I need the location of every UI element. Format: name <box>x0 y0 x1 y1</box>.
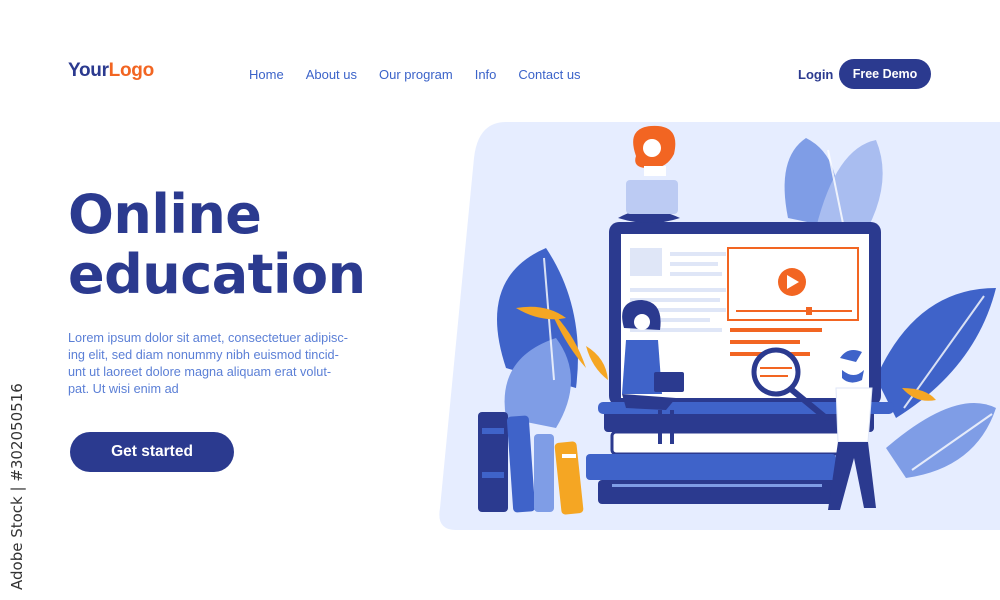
hero-description: Lorem ipsum dolor sit amet, consectetuer… <box>68 330 378 398</box>
nav-home[interactable]: Home <box>249 67 284 82</box>
nav-our-program[interactable]: Our program <box>379 67 453 82</box>
logo-part1: Your <box>68 60 109 81</box>
hero-description-line: ing elit, sed diam nonummy nibh euismod … <box>68 348 339 362</box>
nav-contact-us[interactable]: Contact us <box>518 67 580 82</box>
nav-info[interactable]: Info <box>475 67 497 82</box>
stock-watermark: Adobe Stock | #302050516 <box>8 360 28 590</box>
watermark-text: Adobe Stock | #302050516 <box>8 383 26 590</box>
book-stack <box>586 410 874 504</box>
hero-title: Online education <box>68 185 448 305</box>
get-started-button[interactable]: Get started <box>70 432 234 472</box>
logo[interactable]: YourLogo <box>68 60 154 82</box>
logo-part2: Logo <box>108 60 155 81</box>
login-link[interactable]: Login <box>798 67 833 82</box>
hero-description-line: pat. Ut wisi enim ad <box>68 382 179 396</box>
free-demo-button[interactable]: Free Demo <box>839 59 931 89</box>
nav-about-us[interactable]: About us <box>306 67 357 82</box>
hero-title-line: education <box>68 243 366 306</box>
hero-description-line: unt ut laoreet dolore magna aliquam erat… <box>68 365 332 379</box>
hero-title-line: Online <box>68 183 262 246</box>
hero-description-line: Lorem ipsum dolor sit amet, consectetuer… <box>68 331 348 345</box>
online-education-illustration <box>439 122 1000 530</box>
main-nav: Home About us Our program Info Contact u… <box>249 67 603 82</box>
